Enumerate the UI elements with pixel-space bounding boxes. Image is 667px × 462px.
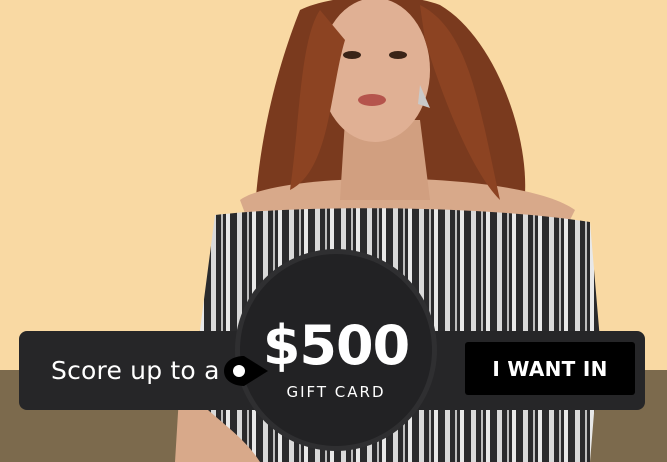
i-want-in-button[interactable]: I WANT IN [465, 342, 635, 395]
gift-card-badge: $500 GIFT CARD [240, 254, 432, 446]
promo-lead-text: Score up to a [51, 356, 220, 385]
gift-tag-icon [224, 356, 268, 386]
promo-hero: Score up to a $500 GIFT CARD I WANT IN [0, 0, 667, 462]
